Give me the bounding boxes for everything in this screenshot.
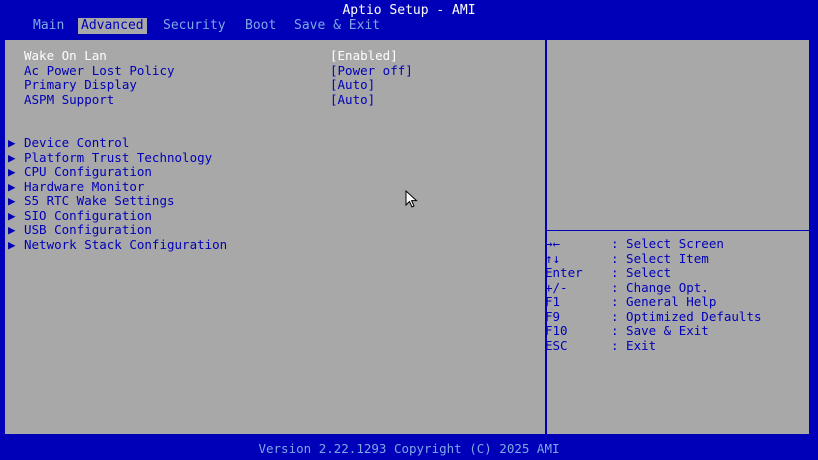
submenu-sio-configuration[interactable]: ▶ SIO Configuration xyxy=(8,209,408,223)
submenu-device-control[interactable]: ▶ Device Control xyxy=(8,136,408,150)
key-description: : General Help xyxy=(611,294,717,309)
key-description: : Save & Exit xyxy=(611,323,709,338)
submenu-platform-trust-technology[interactable]: ▶ Platform Trust Technology xyxy=(8,151,408,165)
submenu-hardware-monitor[interactable]: ▶ Hardware Monitor xyxy=(8,180,408,194)
tab-security[interactable]: Security xyxy=(160,18,229,34)
key-hint: +/- : Change Opt. xyxy=(545,281,709,295)
submenu-label: SIO Configuration xyxy=(24,208,152,223)
key-label: F10 xyxy=(545,323,568,338)
help-divider xyxy=(547,230,811,231)
key-description: : Select xyxy=(611,265,672,280)
key-label: F9 xyxy=(545,309,561,324)
tab-boot[interactable]: Boot xyxy=(242,18,279,34)
tab-save-exit[interactable]: Save & Exit xyxy=(291,18,383,34)
submenu-cpu-configuration[interactable]: ▶ CPU Configuration xyxy=(8,165,408,179)
submenu-label: S5 RTC Wake Settings xyxy=(24,193,175,208)
setting-value[interactable]: [Power off] xyxy=(330,64,413,78)
key-description: : Change Opt. xyxy=(611,280,709,295)
submenu-label: Hardware Monitor xyxy=(24,179,145,194)
setting-label: Ac Power Lost Policy xyxy=(24,63,175,78)
setting-label: Primary Display xyxy=(24,77,137,92)
mouse-pointer-icon xyxy=(405,190,418,208)
key-hint: Enter : Select xyxy=(545,266,671,280)
help-text: Enable/Disable Wake On PCIe Lan xyxy=(545,10,779,25)
triangle-right-icon: ▶ xyxy=(8,237,16,252)
setting-primary-display[interactable]: Primary Display [Auto] xyxy=(24,78,524,92)
setting-value[interactable]: [Auto] xyxy=(330,78,375,92)
setting-label: Wake On Lan xyxy=(24,48,107,63)
submenu-network-stack-configuration[interactable]: ▶ Network Stack Configuration xyxy=(8,238,408,252)
key-description: : Select Screen xyxy=(611,236,724,251)
key-hint: F10 : Save & Exit xyxy=(545,324,709,338)
key-label: →← xyxy=(545,236,561,251)
triangle-right-icon: ▶ xyxy=(8,164,16,179)
submenu-label: Network Stack Configuration xyxy=(24,237,228,252)
key-description: : Optimized Defaults xyxy=(611,309,762,324)
triangle-right-icon: ▶ xyxy=(8,150,16,165)
setting-value[interactable]: [Auto] xyxy=(330,93,375,107)
triangle-right-icon: ▶ xyxy=(8,222,16,237)
setting-aspm-support[interactable]: ASPM Support [Auto] xyxy=(24,93,524,107)
key-label: Enter xyxy=(545,265,583,280)
setting-wake-on-lan[interactable]: Wake On Lan [Enabled] xyxy=(24,49,524,63)
key-hint: ↑↓ : Select Item xyxy=(545,251,709,266)
key-hint: F9 : Optimized Defaults xyxy=(545,309,762,324)
triangle-right-icon: ▶ xyxy=(8,179,16,194)
key-description: : Select Item xyxy=(611,251,709,266)
submenu-label: Platform Trust Technology xyxy=(24,150,213,165)
submenu-usb-configuration[interactable]: ▶ USB Configuration xyxy=(8,223,408,237)
key-hint: F1 : General Help xyxy=(545,294,716,309)
key-label: ↑↓ xyxy=(545,251,561,266)
tab-main[interactable]: Main xyxy=(30,18,67,34)
submenu-s5-rtc-wake-settings[interactable]: ▶ S5 RTC Wake Settings xyxy=(8,194,408,208)
key-label: +/- xyxy=(545,280,568,295)
triangle-right-icon: ▶ xyxy=(8,193,16,208)
key-hint: ESC : Exit xyxy=(545,339,656,353)
setting-value[interactable]: [Enabled] xyxy=(330,49,398,63)
triangle-right-icon: ▶ xyxy=(8,208,16,223)
footer-version: Version 2.22.1293 Copyright (C) 2025 AMI xyxy=(258,441,560,456)
setting-label: ASPM Support xyxy=(24,92,115,107)
key-label: ESC xyxy=(545,338,568,353)
submenu-label: USB Configuration xyxy=(24,222,152,237)
setting-ac-power-lost-policy[interactable]: Ac Power Lost Policy [Power off] xyxy=(24,64,524,78)
key-label: F1 xyxy=(545,294,561,309)
key-hint: →← : Select Screen xyxy=(545,236,724,251)
triangle-right-icon: ▶ xyxy=(8,135,16,150)
submenu-label: Device Control xyxy=(24,135,130,150)
submenu-label: CPU Configuration xyxy=(24,164,152,179)
key-description: : Exit xyxy=(611,338,657,353)
tab-advanced[interactable]: Advanced xyxy=(78,18,147,34)
